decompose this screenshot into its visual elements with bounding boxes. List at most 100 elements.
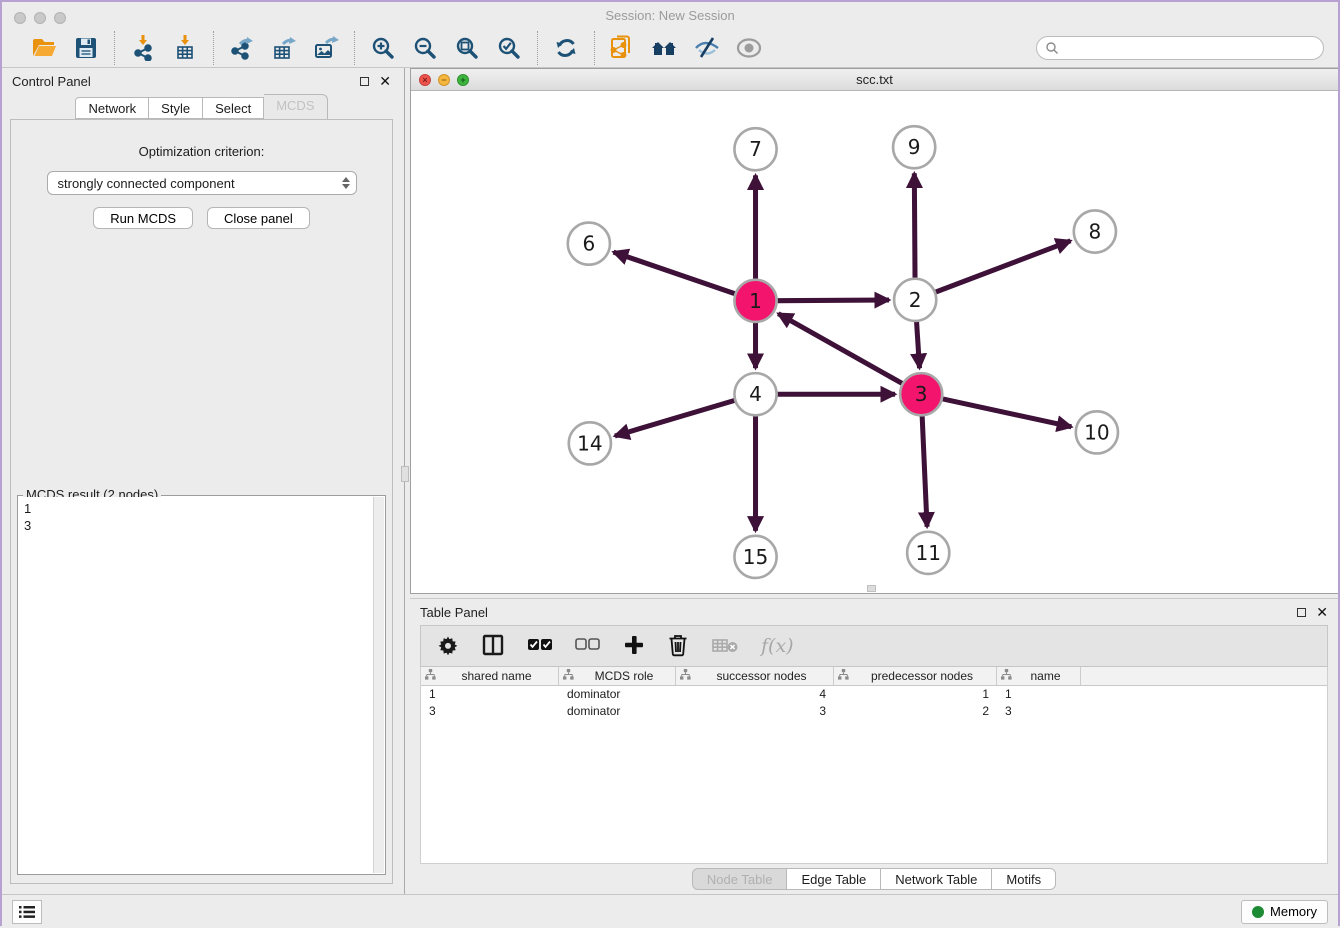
zoom-selected-button[interactable] (495, 34, 523, 62)
graph-node-7[interactable]: 7 (734, 128, 776, 170)
table-cell[interactable]: dominator (559, 703, 676, 720)
graph-node-10[interactable]: 10 (1076, 411, 1118, 453)
show-panels-button[interactable] (735, 34, 763, 62)
column-header-MCDS-role[interactable]: MCDS role (559, 667, 676, 685)
panel-splitter[interactable] (401, 68, 410, 894)
zoom-window-button[interactable] (54, 12, 66, 24)
select-all-button[interactable] (527, 637, 553, 656)
table-row[interactable]: 3dominator323 (421, 703, 1327, 720)
zoom-fit-button[interactable] (453, 34, 481, 62)
graph-node-11[interactable]: 11 (907, 532, 949, 574)
memory-label: Memory (1270, 904, 1317, 919)
canvas-scroll-handle[interactable] (867, 585, 876, 592)
show-columns-button[interactable] (481, 633, 505, 660)
optimization-criterion-select[interactable]: strongly connected component (47, 171, 357, 195)
clone-network-button[interactable] (609, 34, 637, 62)
delete-column-button[interactable] (667, 633, 689, 660)
add-column-button[interactable] (623, 634, 645, 659)
edge-3-10[interactable] (943, 399, 1072, 427)
memory-button[interactable]: Memory (1241, 900, 1328, 924)
network-window-title: scc.txt (856, 72, 893, 87)
graph-node-2[interactable]: 2 (894, 279, 936, 321)
save-session-button[interactable] (72, 34, 100, 62)
import-table-button[interactable] (171, 34, 199, 62)
tab-style[interactable]: Style (149, 97, 203, 119)
close-table-panel-icon[interactable]: ✕ (1316, 608, 1328, 617)
splitter-handle[interactable] (401, 466, 409, 482)
edge-2-3[interactable] (917, 322, 920, 368)
table-cell[interactable]: 1 (421, 686, 559, 703)
network-canvas[interactable]: 7 9 6 8 1 2 4 3 14 10 15 11 (411, 91, 1338, 593)
table-cell[interactable]: 4 (676, 686, 834, 703)
export-image-button[interactable] (312, 34, 340, 62)
optimization-criterion-value: strongly connected component (58, 176, 235, 191)
search-input[interactable] (1036, 36, 1324, 60)
zoom-out-button[interactable] (411, 34, 439, 62)
tab-network[interactable]: Network (75, 97, 149, 119)
graph-node-9[interactable]: 9 (893, 126, 935, 168)
tab-network-table[interactable]: Network Table (881, 868, 992, 890)
table-body: 1dominator4113dominator323 (421, 686, 1327, 720)
export-network-button[interactable] (228, 34, 256, 62)
table-cell[interactable]: 1 (834, 686, 997, 703)
column-header-successor-nodes[interactable]: successor nodes (676, 667, 834, 685)
network-graph[interactable]: 7 9 6 8 1 2 4 3 14 10 15 11 (411, 91, 1338, 593)
minimize-window-button[interactable] (34, 12, 46, 24)
column-header-name[interactable]: name (997, 667, 1081, 685)
zoom-in-button[interactable] (369, 34, 397, 62)
edge-3-11[interactable] (922, 416, 927, 526)
deselect-all-button[interactable] (575, 637, 601, 656)
titlebar: Session: New Session (2, 2, 1338, 28)
run-mcds-button[interactable]: Run MCDS (93, 207, 193, 229)
table-cell[interactable]: 3 (676, 703, 834, 720)
graph-node-8[interactable]: 8 (1074, 210, 1116, 252)
network-minimize-button[interactable]: − (438, 74, 450, 86)
window-controls[interactable] (14, 12, 66, 24)
graph-node-3[interactable]: 3 (900, 373, 942, 415)
edge-2-8[interactable] (936, 241, 1071, 292)
graph-node-1[interactable]: 1 (734, 280, 776, 322)
network-close-button[interactable]: × (419, 74, 431, 86)
table-cell[interactable]: 3 (421, 703, 559, 720)
network-overview-button[interactable] (651, 34, 679, 62)
hide-panels-button[interactable] (693, 34, 721, 62)
edge-3-1[interactable] (778, 314, 902, 384)
edge-2-9[interactable] (914, 173, 915, 277)
task-history-button[interactable] (12, 900, 42, 924)
network-maximize-button[interactable]: + (457, 74, 469, 86)
edge-1-6[interactable] (614, 252, 735, 294)
table-cell[interactable]: 1 (997, 686, 1081, 703)
table-cell[interactable]: 2 (834, 703, 997, 720)
edge-4-14[interactable] (615, 400, 734, 435)
tab-mcds[interactable]: MCDS (264, 94, 327, 119)
graph-node-15[interactable]: 15 (734, 536, 776, 578)
table-cell[interactable]: 3 (997, 703, 1081, 720)
close-window-button[interactable] (14, 12, 26, 24)
graph-node-14[interactable]: 14 (569, 422, 611, 464)
column-header-shared-name[interactable]: shared name (421, 667, 559, 685)
result-scrollbar[interactable] (373, 497, 384, 873)
table-mode-button[interactable] (437, 634, 459, 659)
network-window-titlebar[interactable]: × − + scc.txt (411, 69, 1338, 91)
refresh-button[interactable] (552, 34, 580, 62)
float-panel-icon[interactable] (360, 77, 369, 86)
column-type-icon (563, 669, 577, 683)
float-table-panel-icon[interactable] (1297, 608, 1306, 617)
open-session-button[interactable] (30, 34, 58, 62)
edge-1-2[interactable] (778, 300, 889, 301)
column-header-predecessor-nodes[interactable]: predecessor nodes (834, 667, 997, 685)
graph-node-6[interactable]: 6 (568, 223, 610, 265)
mcds-result-text[interactable]: 1 3 (19, 497, 373, 873)
table-row[interactable]: 1dominator411 (421, 686, 1327, 703)
tab-motifs[interactable]: Motifs (992, 868, 1056, 890)
tab-edge-table[interactable]: Edge Table (787, 868, 881, 890)
control-panel: Control Panel ✕ NetworkStyleSelectMCDS O… (2, 68, 401, 894)
graph-node-4[interactable]: 4 (734, 373, 776, 415)
close-panel-icon[interactable]: ✕ (379, 77, 391, 86)
import-network-button[interactable] (129, 34, 157, 62)
close-panel-button[interactable]: Close panel (207, 207, 310, 229)
tab-node-table[interactable]: Node Table (692, 868, 788, 890)
tab-select[interactable]: Select (203, 97, 264, 119)
table-cell[interactable]: dominator (559, 686, 676, 703)
export-table-button[interactable] (270, 34, 298, 62)
